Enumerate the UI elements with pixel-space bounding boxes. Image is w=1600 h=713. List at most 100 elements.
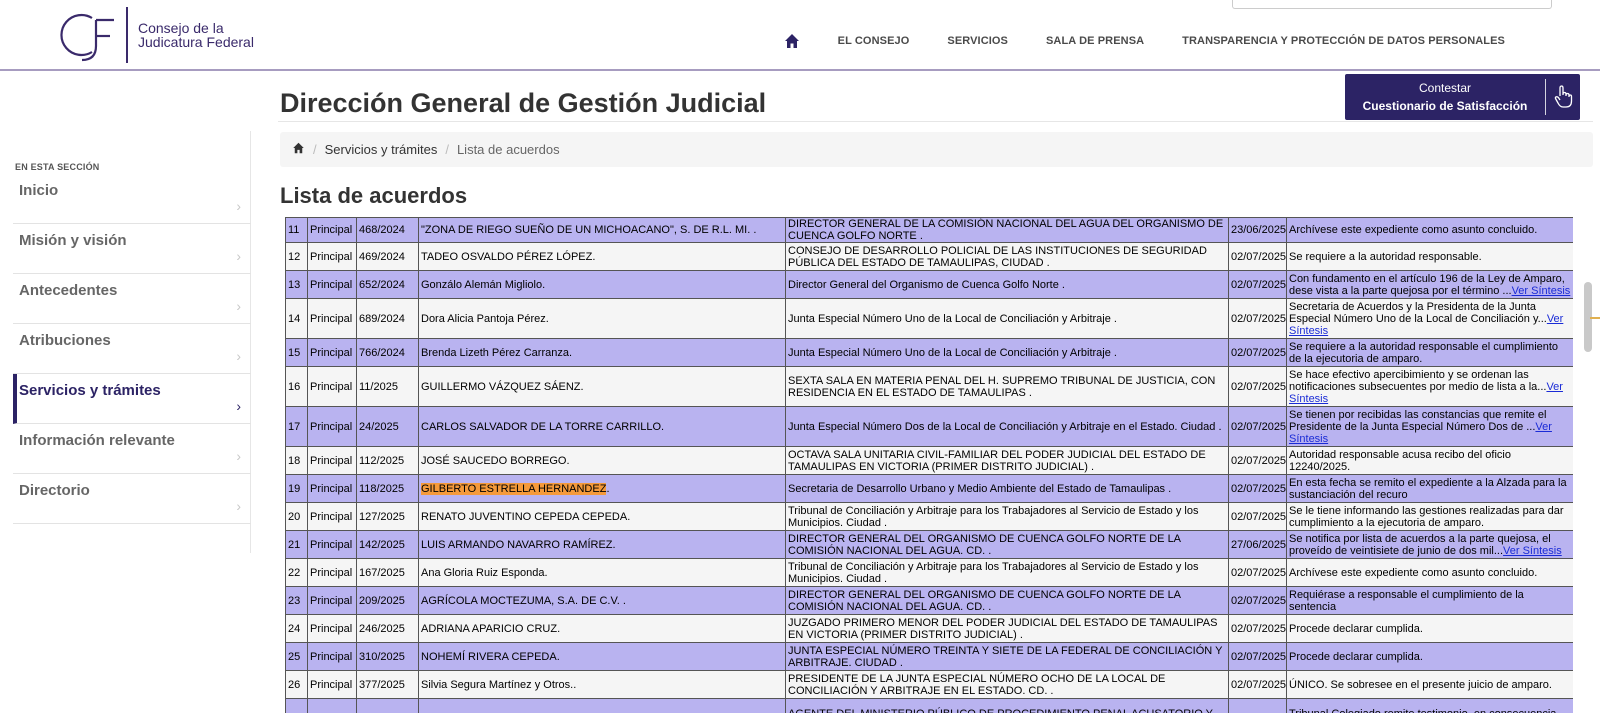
- cell-expediente-text: 127/2025: [359, 510, 405, 523]
- survey-line1: Contestar: [1418, 81, 1472, 95]
- cell-autoridad: Junta Especial Número Uno de la Local de…: [785, 338, 1229, 367]
- cell-expediente: 167/2025: [356, 558, 419, 587]
- sidebar-item-label: Antecedentes: [19, 282, 118, 299]
- scroll-marker: [1590, 317, 1600, 319]
- cell-number: 20: [285, 502, 308, 531]
- nav-sala-de-prensa[interactable]: SALA DE PRENSA: [1046, 35, 1144, 47]
- cell-parte: TADEO OSVALDO PÉREZ LÓPEZ.: [418, 242, 786, 271]
- cell-autoridad-text: Secretaria de Desarrollo Urbano y Medio …: [788, 482, 1172, 495]
- cell-sintesis: Secretaria de Acuerdos y la Presidenta d…: [1286, 298, 1573, 339]
- nav-servicios[interactable]: SERVICIOS: [947, 35, 1008, 47]
- cell-fecha-text: 02/07/2025: [1231, 482, 1287, 495]
- cell-expediente: 469/2024: [356, 242, 419, 271]
- cell-sintesis: Procede declarar cumplida.: [1286, 642, 1573, 671]
- cell-autoridad: DIRECTOR GENERAL DEL ORGANISMO DE CUENCA…: [785, 586, 1229, 615]
- cell-tipo: Principal: [307, 270, 357, 299]
- cell-parte: AGRÍCOLA MOCTEZUMA, S.A. DE C.V. .: [418, 586, 786, 615]
- sidebar: Inicio › Misión y visión › Antecedentes › A…: [13, 174, 251, 524]
- cell-expediente-text: 468/2024: [359, 224, 405, 236]
- cell-expediente-text: 142/2025: [359, 538, 405, 551]
- cell-number-text: 23: [288, 594, 301, 607]
- table-row: 22 Principal 167/2025 Ana Gloria Ruiz Espon…: [285, 558, 1573, 587]
- sidebar-item-atribuciones[interactable]: Atribuciones ›: [13, 324, 251, 374]
- cell-autoridad: Director General del Organismo de Cuenca…: [785, 270, 1229, 299]
- cell-tipo-text: Principal: [310, 482, 353, 495]
- cell-sintesis: ÚNICO. Se sobresee en el presente juicio…: [1286, 670, 1573, 699]
- logo-line2: Judicatura Federal: [138, 34, 254, 50]
- breadcrumb-home-icon[interactable]: [292, 142, 305, 157]
- cell-fecha: 02/07/2025: [1228, 242, 1287, 271]
- sidebar-item-label: Misión y visión: [19, 232, 127, 249]
- cell-number-text: 24: [288, 622, 301, 635]
- cell-number: 15: [285, 338, 308, 367]
- cell-parte: ADRIANA APARICIO CRUZ.: [418, 614, 786, 643]
- table-row: 13 Principal 652/2024 Gonzálo Alemán Miglio…: [285, 270, 1573, 299]
- cell-tipo-text: Principal: [310, 224, 353, 236]
- nav-el-consejo[interactable]: EL CONSEJO: [838, 35, 910, 47]
- survey-button[interactable]: Contestar Cuestionario de Satisfacción: [1345, 74, 1580, 120]
- cell-expediente-text: 118/2025: [359, 482, 405, 495]
- cell-autoridad: CONSEJO DE DESARROLLO POLICIAL DE LAS IN…: [785, 242, 1229, 271]
- cell-fecha-text: 02/07/2025: [1231, 566, 1287, 579]
- sidebar-item-servicios[interactable]: Servicios y trámites ›: [13, 374, 251, 424]
- table-row: 20 Principal 127/2025 RENATO JUVENTINO CEPE…: [285, 502, 1573, 531]
- cell-sintesis: Tribunal Colegiado remite testimonio, en…: [1286, 698, 1573, 713]
- cell-fecha-text: 02/07/2025: [1231, 250, 1287, 263]
- chevron-right-icon: ›: [236, 248, 241, 264]
- cell-autoridad-text: PRESIDENTE DE LA JUNTA ESPECIAL NÚMERO O…: [788, 672, 1166, 697]
- cell-expediente-text: 469/2024: [359, 250, 405, 263]
- cell-number: 12: [285, 242, 308, 271]
- cell-tipo-text: Principal: [310, 380, 353, 393]
- search-box[interactable]: [1232, 0, 1552, 9]
- cell-fecha: 02/07/2025: [1228, 586, 1287, 615]
- logo-text: Consejo de la Judicatura Federal: [138, 21, 254, 49]
- cell-autoridad: JUNTA ESPECIAL NÚMERO TREINTA Y SIETE DE…: [785, 642, 1229, 671]
- cell-parte: Silvia Segura Martínez y Otros..: [418, 670, 786, 699]
- cell-parte: Ana Gloria Ruiz Esponda.: [418, 558, 786, 587]
- nav-transparencia[interactable]: TRANSPARENCIA Y PROTECCIÓN DE DATOS PERS…: [1182, 35, 1505, 47]
- sidebar-item-inicio[interactable]: Inicio ›: [13, 174, 251, 224]
- sidebar-item-directorio[interactable]: Directorio ›: [13, 474, 251, 524]
- cell-parte: LUIS ARMANDO NAVARRO RAMÍREZ.: [418, 530, 786, 559]
- ver-sintesis-link[interactable]: Ver Síntesis: [1503, 545, 1562, 557]
- ver-sintesis-link[interactable]: Ver Síntesis: [1512, 285, 1571, 297]
- cell-fecha: 23/06/2025: [1228, 217, 1287, 243]
- cell-tipo-text: Principal: [310, 278, 353, 291]
- cell-fecha-text: 02/07/2025: [1231, 454, 1287, 467]
- cell-number: 24: [285, 614, 308, 643]
- page-title: Dirección General de Gestión Judicial: [280, 88, 767, 118]
- home-icon[interactable]: [784, 33, 800, 49]
- cell-sintesis-text: Se requiere a la autoridad responsable e…: [1289, 340, 1559, 365]
- cell-sintesis: Se le tiene informando las gestiones rea…: [1286, 502, 1573, 531]
- cell-parte: "ZONA DE RIEGO SUEÑO DE UN MICHOACANO", …: [418, 217, 786, 243]
- sidebar-item-informacion[interactable]: Información relevante ›: [13, 424, 251, 474]
- cell-parte-text: GUILLERMO VÁZQUEZ SÁENZ.: [421, 380, 584, 393]
- cell-sintesis: Se requiere a la autoridad responsable e…: [1286, 338, 1573, 367]
- table-row: AGENTE DEL MINISTERIO PÚBLICO DE PROCEDI…: [285, 698, 1573, 713]
- cell-fecha: 02/07/2025: [1228, 558, 1287, 587]
- cell-parte: CARLOS SALVADOR DE LA TORRE CARRILLO.: [418, 406, 786, 447]
- cell-sintesis-text: Archívese este expediente como asunto co…: [1289, 566, 1538, 579]
- cell-sintesis: Se tienen por recibidas las constancias …: [1286, 406, 1573, 447]
- table-row: 21 Principal 142/2025 LUIS ARMANDO NAVARRO …: [285, 530, 1573, 559]
- cjf-logo[interactable]: Consejo de la Judicatura Federal: [52, 6, 254, 64]
- cell-expediente: 112/2025: [356, 446, 419, 475]
- cell-parte-text: NOHEMÍ RIVERA CEPEDA.: [421, 650, 560, 663]
- cell-fecha: 02/07/2025: [1228, 670, 1287, 699]
- cell-expediente-text: 377/2025: [359, 678, 405, 691]
- breadcrumb-servicios[interactable]: Servicios y trámites: [325, 142, 438, 157]
- cell-sintesis: Se notifica por lista de acuerdos a la p…: [1286, 530, 1573, 559]
- cell-fecha: 27/06/2025: [1228, 530, 1287, 559]
- sidebar-item-antecedentes[interactable]: Antecedentes ›: [13, 274, 251, 324]
- cell-number: 16: [285, 366, 308, 407]
- cell-tipo-text: Principal: [310, 650, 353, 663]
- table-row: 25 Principal 310/2025 NOHEMÍ RIVERA CEPEDA.…: [285, 642, 1573, 671]
- cell-tipo: [307, 698, 357, 713]
- sidebar-item-mision[interactable]: Misión y visión ›: [13, 224, 251, 274]
- table-row: 15 Principal 766/2024 Brenda Lizeth Pérez C…: [285, 338, 1573, 367]
- cell-fecha: 02/07/2025: [1228, 366, 1287, 407]
- cell-parte-text: ADRIANA APARICIO CRUZ.: [421, 622, 561, 635]
- cell-parte-text: Silvia Segura Martínez y Otros..: [421, 678, 577, 691]
- table-row: 24 Principal 246/2025 ADRIANA APARICIO CRUZ…: [285, 614, 1573, 643]
- cell-number-text: 20: [288, 510, 301, 523]
